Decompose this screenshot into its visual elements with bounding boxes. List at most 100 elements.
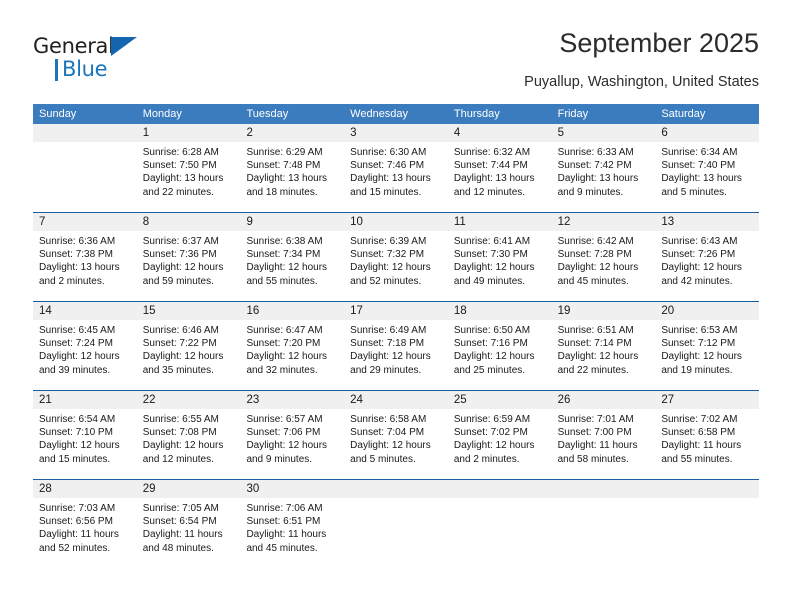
day-info-line: Sunrise: 6:50 AM: [453, 325, 531, 336]
day-cell[interactable]: Sunrise: 6:42 AM Sunset: 7:28 PM Daylight:…: [552, 231, 656, 301]
calendar-grid: Sunday Monday Tuesday Wednesday Thursday Frid…: [33, 104, 759, 568]
day-info-line: and 55 minutes.: [661, 453, 733, 465]
day-number[interactable]: 14: [33, 302, 137, 320]
day-info-line: Sunset: 7:10 PM: [39, 427, 113, 439]
day-cell[interactable]: Sunrise: 7:05 AM Sunset: 6:54 PM Daylight:…: [137, 498, 241, 568]
day-number[interactable]: 26: [552, 391, 656, 409]
week-detail-band: Sunrise: 6:28 AM Sunset: 7:50 PM Daylight:…: [33, 142, 759, 212]
day-number[interactable]: 12: [552, 213, 656, 231]
day-cell[interactable]: Sunrise: 6:51 AM Sunset: 7:14 PM Daylight:…: [552, 320, 656, 390]
logo-text-blue: Blue: [62, 57, 108, 81]
day-cell[interactable]: Sunrise: 6:45 AM Sunset: 7:24 PM Daylight:…: [33, 320, 137, 390]
day-info-line: and 19 minutes.: [661, 364, 733, 376]
day-cell[interactable]: Sunrise: 6:53 AM Sunset: 7:12 PM Daylight:…: [655, 320, 759, 390]
day-cell[interactable]: Sunrise: 6:32 AM Sunset: 7:44 PM Daylight:…: [448, 142, 552, 212]
day-cell[interactable]: Sunrise: 6:59 AM Sunset: 7:02 PM Daylight:…: [448, 409, 552, 479]
day-number[interactable]: 13: [655, 213, 759, 231]
day-number[interactable]: 29: [137, 480, 241, 498]
day-info-line: Sunrise: 6:51 AM: [557, 325, 634, 336]
day-number[interactable]: 17: [344, 302, 448, 320]
day-cell[interactable]: Sunrise: 6:41 AM Sunset: 7:30 PM Daylight:…: [448, 231, 552, 301]
day-cell[interactable]: Sunrise: 6:47 AM Sunset: 7:20 PM Daylight:…: [240, 320, 344, 390]
day-cell[interactable]: Sunrise: 6:30 AM Sunset: 7:46 PM Daylight:…: [344, 142, 448, 212]
day-number[interactable]: 24: [344, 391, 448, 409]
day-info-line: Sunrise: 6:32 AM: [453, 147, 531, 158]
day-info-line: Sunrise: 6:53 AM: [661, 325, 738, 336]
day-info-line: Sunrise: 6:41 AM: [453, 236, 531, 247]
day-info-line: Sunrise: 6:49 AM: [350, 325, 427, 336]
day-info-line: and 12 minutes.: [142, 453, 214, 465]
day-number[interactable]: 30: [240, 480, 344, 498]
day-number[interactable]: 4: [448, 124, 552, 142]
day-cell[interactable]: Sunrise: 6:39 AM Sunset: 7:32 PM Daylight:…: [344, 231, 448, 301]
general-blue-logo[interactable]: General Blue: [33, 34, 163, 86]
day-number[interactable]: 18: [448, 302, 552, 320]
day-number[interactable]: 7: [33, 213, 137, 231]
day-number[interactable]: 15: [137, 302, 241, 320]
day-cell[interactable]: Sunrise: 6:58 AM Sunset: 7:04 PM Daylight:…: [344, 409, 448, 479]
day-number[interactable]: 9: [240, 213, 344, 231]
day-cell[interactable]: Sunrise: 6:43 AM Sunset: 7:26 PM Daylight:…: [655, 231, 759, 301]
day-cell[interactable]: Sunrise: 6:55 AM Sunset: 7:08 PM Daylight:…: [137, 409, 241, 479]
day-number[interactable]: 23: [240, 391, 344, 409]
day-cell[interactable]: Sunrise: 6:38 AM Sunset: 7:34 PM Daylight:…: [240, 231, 344, 301]
day-number[interactable]: 22: [137, 391, 241, 409]
day-number-empty: [552, 480, 656, 498]
day-info-line: Sunset: 7:34 PM: [246, 249, 321, 261]
day-number[interactable]: 3: [344, 124, 448, 142]
day-info-line: Sunset: 7:18 PM: [350, 338, 425, 350]
day-cell[interactable]: Sunrise: 6:57 AM Sunset: 7:06 PM Daylight:…: [240, 409, 344, 479]
week-date-band: 123456: [33, 124, 759, 142]
day-number[interactable]: 25: [448, 391, 552, 409]
calendar-page: General Blue September 2025 Puyallup, Wa…: [0, 0, 792, 612]
day-info-line: Daylight: 12 hours: [350, 440, 431, 452]
day-info-line: Daylight: 12 hours: [661, 262, 742, 274]
day-info-line: Sunrise: 6:28 AM: [142, 147, 219, 158]
day-info-line: Sunset: 7:12 PM: [661, 338, 736, 350]
day-info-line: and 5 minutes.: [661, 186, 727, 198]
day-info-line: Sunrise: 6:39 AM: [350, 236, 427, 247]
day-info-line: Daylight: 12 hours: [661, 351, 742, 363]
day-number[interactable]: 28: [33, 480, 137, 498]
day-cell[interactable]: Sunrise: 6:46 AM Sunset: 7:22 PM Daylight:…: [137, 320, 241, 390]
day-number[interactable]: 20: [655, 302, 759, 320]
day-info-line: Daylight: 12 hours: [142, 351, 224, 363]
weekday-header-row: Sunday Monday Tuesday Wednesday Thursday Frid…: [33, 104, 759, 124]
day-info-line: and 29 minutes.: [350, 364, 422, 376]
day-number-empty: [33, 124, 137, 142]
day-number[interactable]: 16: [240, 302, 344, 320]
day-number[interactable]: 19: [552, 302, 656, 320]
day-number[interactable]: 5: [552, 124, 656, 142]
day-cell[interactable]: Sunrise: 6:29 AM Sunset: 7:48 PM Daylight:…: [240, 142, 344, 212]
day-cell[interactable]: Sunrise: 6:28 AM Sunset: 7:50 PM Daylight:…: [137, 142, 241, 212]
day-cell[interactable]: Sunrise: 6:54 AM Sunset: 7:10 PM Daylight:…: [33, 409, 137, 479]
day-cell-empty: [552, 498, 656, 568]
day-number[interactable]: 21: [33, 391, 137, 409]
day-number[interactable]: 27: [655, 391, 759, 409]
day-number[interactable]: 6: [655, 124, 759, 142]
day-cell[interactable]: Sunrise: 6:37 AM Sunset: 7:36 PM Daylight:…: [137, 231, 241, 301]
day-cell[interactable]: Sunrise: 7:06 AM Sunset: 6:51 PM Daylight:…: [240, 498, 344, 568]
day-cell[interactable]: Sunrise: 6:33 AM Sunset: 7:42 PM Daylight:…: [552, 142, 656, 212]
day-number[interactable]: 11: [448, 213, 552, 231]
day-info-line: and 52 minutes.: [350, 275, 422, 287]
day-info-line: Sunset: 7:20 PM: [246, 338, 321, 350]
day-cell[interactable]: Sunrise: 6:36 AM Sunset: 7:38 PM Daylight:…: [33, 231, 137, 301]
day-cell[interactable]: Sunrise: 6:49 AM Sunset: 7:18 PM Daylight:…: [344, 320, 448, 390]
week-date-band: 21 22 23 24 25 26 27: [33, 391, 759, 409]
logo-text-general: General: [33, 34, 114, 58]
day-info-line: Sunrise: 6:43 AM: [661, 236, 738, 247]
day-number[interactable]: 10: [344, 213, 448, 231]
day-info-line: and 15 minutes.: [39, 453, 111, 465]
day-number[interactable]: 2: [240, 124, 344, 142]
day-cell[interactable]: Sunrise: 7:01 AM Sunset: 7:00 PM Daylight:…: [552, 409, 656, 479]
day-number[interactable]: 1: [137, 124, 241, 142]
weekday-header-wednesday: Wednesday: [350, 108, 409, 120]
day-info-line: Sunrise: 6:58 AM: [350, 414, 427, 425]
day-cell[interactable]: Sunrise: 7:03 AM Sunset: 6:56 PM Daylight:…: [33, 498, 137, 568]
day-number[interactable]: 8: [137, 213, 241, 231]
day-info-line: Sunrise: 6:47 AM: [246, 325, 323, 336]
day-cell[interactable]: Sunrise: 7:02 AM Sunset: 6:58 PM Daylight:…: [655, 409, 759, 479]
day-cell[interactable]: Sunrise: 6:34 AM Sunset: 7:40 PM Daylight:…: [655, 142, 759, 212]
day-cell[interactable]: Sunrise: 6:50 AM Sunset: 7:16 PM Daylight:…: [448, 320, 552, 390]
